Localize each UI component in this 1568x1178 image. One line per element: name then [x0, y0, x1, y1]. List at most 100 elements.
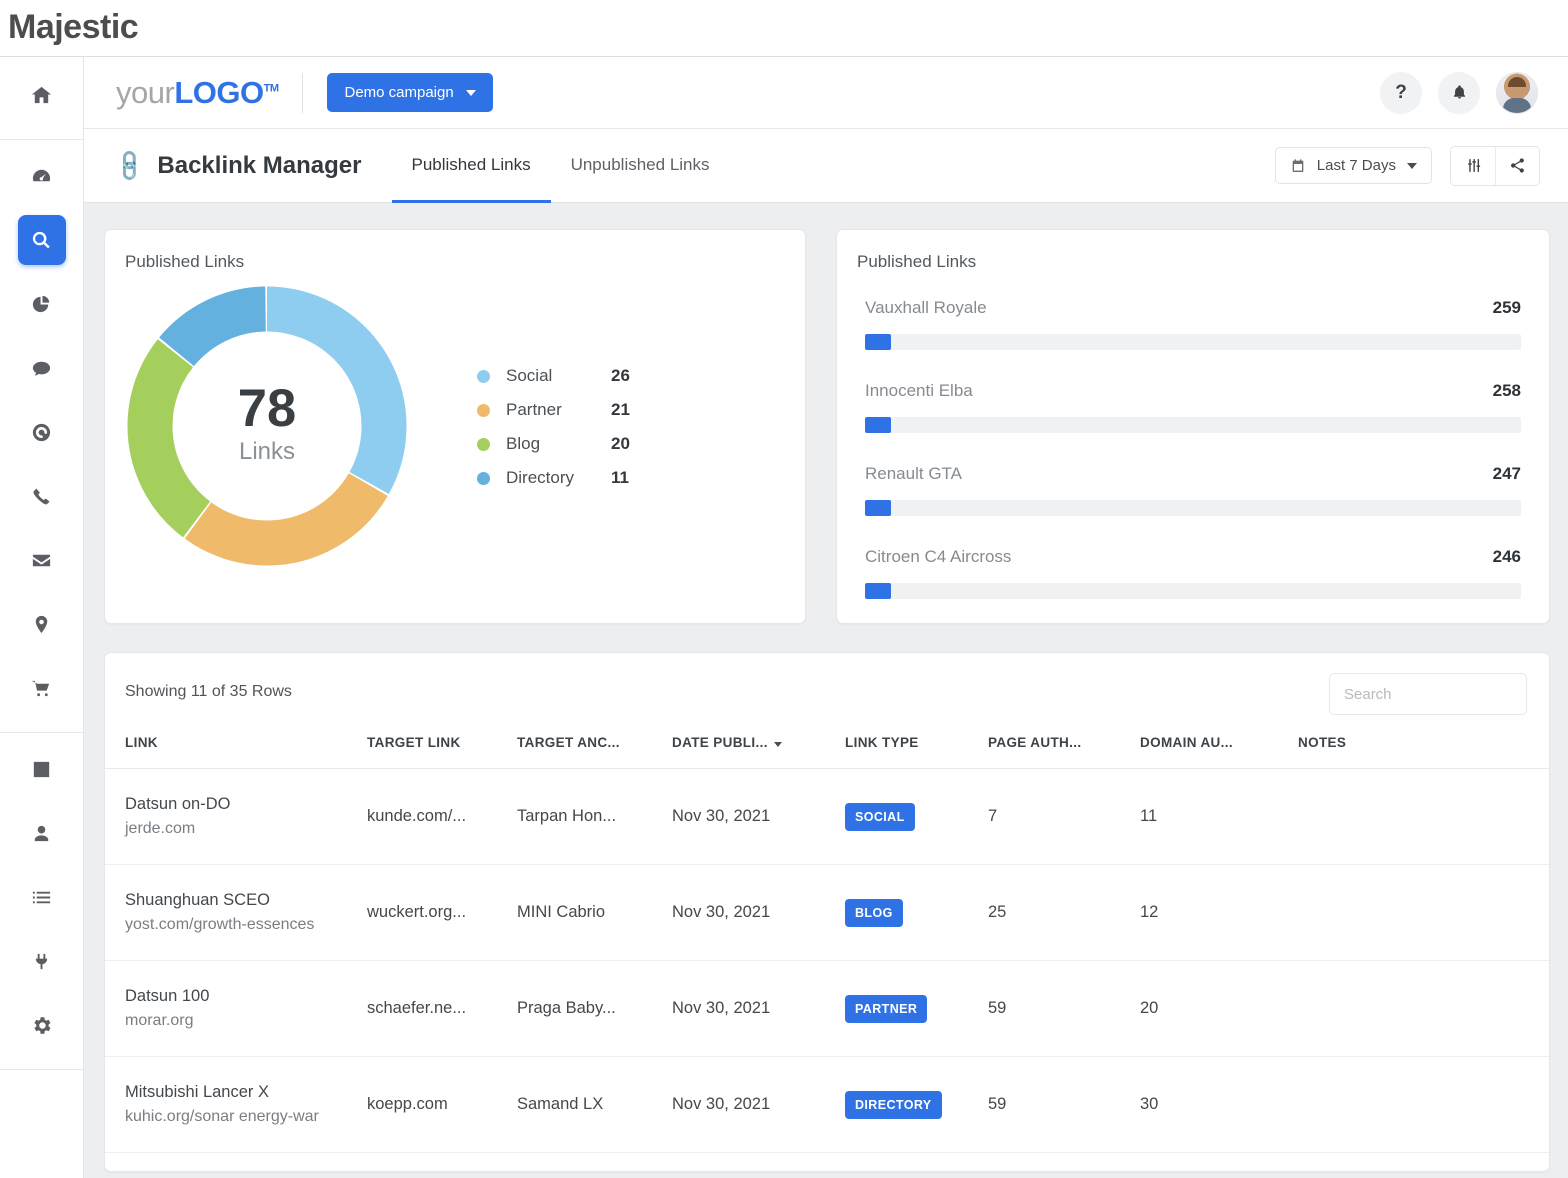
app-logo[interactable]: yourLOGOTM	[116, 75, 279, 111]
table-row[interactable]: Datsun on-DO jerde.com kunde.com/... Tarpan…	[105, 768, 1549, 865]
table-row[interactable]: Mitsubishi Lancer X kuhic.org/sonar energ…	[105, 1056, 1549, 1153]
column-header-notes[interactable]: NOTES	[1298, 729, 1549, 769]
ranking-bar-fill	[865, 334, 892, 350]
cell-notes	[1298, 960, 1549, 1057]
ranking-bar-value: 259	[1492, 298, 1521, 317]
rows-count-label: Showing 11 of 35 Rows	[125, 683, 292, 700]
ranking-bar-fill	[865, 417, 892, 433]
donut-center-value: 78	[238, 379, 296, 438]
ranking-bar-header: Citroen C4 Aircross 246	[865, 547, 1521, 567]
cell-link-type: DIRECTORY	[845, 1056, 988, 1153]
published-links-donut-card: Published Links 78 Links Social 26 Partner…	[104, 229, 806, 624]
legend-value: 21	[611, 400, 630, 419]
tab-unpublished-links[interactable]: Unpublished Links	[551, 130, 730, 203]
cell-page-authority: 59	[988, 960, 1140, 1057]
tabs: Published Links Unpublished Links	[391, 129, 730, 203]
notifications-button[interactable]	[1438, 71, 1480, 114]
legend-item-social[interactable]: Social 26	[477, 359, 630, 393]
sidebar-item-email[interactable]	[18, 535, 66, 585]
link-type-badge[interactable]: SOCIAL	[845, 802, 915, 831]
sidebar-item-settings[interactable]	[18, 1000, 66, 1050]
legend-item-blog[interactable]: Blog 20	[477, 427, 630, 461]
link-url: jerde.com	[125, 820, 196, 837]
link-type-badge[interactable]: DIRECTORY	[845, 1090, 942, 1119]
sidebar-item-integrations[interactable]	[18, 936, 66, 986]
sidebar-item-location[interactable]	[18, 599, 66, 649]
cell-link: Shuanghuan SCEO yost.com/growth-essences	[105, 864, 367, 961]
column-header-link-type[interactable]: LINK TYPE	[845, 729, 988, 769]
sidebar-item-campaign[interactable]	[18, 407, 66, 457]
link-type-badge[interactable]: PARTNER	[845, 994, 928, 1023]
sidebar-item-contacts[interactable]	[18, 808, 66, 858]
sort-desc-icon	[773, 742, 782, 747]
summary-cards-row: Published Links 78 Links Social 26 Partner…	[104, 229, 1550, 624]
cell-target-link: schaefer.ne...	[367, 960, 517, 1057]
cell-domain-authority: 12	[1140, 864, 1298, 961]
table-row[interactable]: Shuanghuan SCEO yost.com/growth-essences w…	[105, 864, 1549, 961]
page-title: Majestic	[8, 8, 139, 46]
column-header-date-published[interactable]: DATE PUBLI...	[672, 729, 845, 769]
table-row[interactable]: Datsun 100 morar.org schaefer.ne... Praga B…	[105, 960, 1549, 1057]
legend-item-partner[interactable]: Partner 21	[477, 393, 630, 427]
share-button[interactable]	[1495, 146, 1539, 185]
sidebar-item-dashboard[interactable]	[18, 151, 66, 201]
sidebar-item-cart[interactable]	[18, 663, 66, 713]
ranking-bar-header: Vauxhall Royale 259	[865, 298, 1521, 318]
link-url: morar.org	[125, 1012, 194, 1029]
ranking-bar-item: Vauxhall Royale 259	[865, 298, 1521, 350]
cell-link: Mitsubishi Lancer X kuhic.org/sonar energ…	[105, 1056, 367, 1153]
link-type-badge[interactable]: BLOG	[845, 898, 903, 927]
cell-target-anchor: MINI Cabrio	[517, 864, 672, 961]
column-header-domain-authority[interactable]: DOMAIN AU...	[1140, 729, 1298, 769]
sidebar-item-phone[interactable]	[18, 471, 66, 521]
help-button[interactable]: ?	[1380, 71, 1422, 114]
cell-link-type: SOCIAL	[845, 768, 988, 865]
ranking-bar-item: Innocenti Elba 258	[865, 381, 1521, 433]
sidebar-item-reports[interactable]	[18, 744, 66, 794]
cell-domain-authority: 30	[1140, 1056, 1298, 1153]
cell-target-link: wuckert.org...	[367, 864, 517, 961]
campaign-selector-button[interactable]: Demo campaign	[327, 73, 493, 112]
donut-chart-wrapper: 78 Links Social 26 Partner 21 Blog 20 Director…	[105, 272, 805, 576]
ranking-bar-fill	[865, 583, 892, 599]
ranking-bar-name: Vauxhall Royale	[865, 298, 987, 317]
module-actions: Last 7 Days	[1274, 129, 1540, 202]
sidebar-item-chat[interactable]	[18, 343, 66, 393]
legend-value: 26	[611, 366, 630, 385]
legend-value: 20	[611, 434, 630, 453]
sidebar-item-search[interactable]	[17, 215, 66, 265]
sidebar-item-analytics[interactable]	[18, 279, 66, 329]
date-range-button[interactable]: Last 7 Days	[1274, 147, 1432, 184]
ranking-bar-track	[865, 583, 1521, 599]
search-input[interactable]	[1329, 673, 1527, 715]
cell-link: Datsun 100 morar.org	[105, 960, 367, 1057]
column-header-target-link[interactable]: TARGET LINK	[367, 729, 517, 769]
tab-published-links[interactable]: Published Links	[391, 130, 551, 203]
legend-label: Partner	[506, 400, 562, 419]
sidebar-item-home[interactable]	[18, 70, 66, 120]
ranking-bar-name: Renault GTA	[865, 464, 963, 483]
column-header-page-authority[interactable]: PAGE AUTH...	[988, 729, 1140, 769]
links-table: LINK TARGET LINK TARGET ANC... DATE PUBL…	[105, 729, 1549, 1153]
legend-item-directory[interactable]: Directory 11	[477, 461, 630, 495]
main-area: yourLOGOTM Demo campaign ? 🔗 Backlink Ma…	[84, 57, 1568, 1178]
filter-settings-button[interactable]	[1451, 146, 1495, 185]
table-toolbar: Showing 11 of 35 Rows	[105, 653, 1549, 715]
column-header-target-anchor[interactable]: TARGET ANC...	[517, 729, 672, 769]
link-url: kuhic.org/sonar energy-war	[125, 1108, 319, 1125]
cell-domain-authority: 20	[1140, 960, 1298, 1057]
cell-target-link: koepp.com	[367, 1056, 517, 1153]
avatar[interactable]	[1496, 71, 1538, 114]
sidebar	[0, 57, 84, 1178]
cell-notes	[1298, 1056, 1549, 1153]
cell-date-published: Nov 30, 2021	[672, 1056, 845, 1153]
sidebar-item-tasks[interactable]	[18, 872, 66, 922]
cell-page-authority: 25	[988, 864, 1140, 961]
link-title: Mitsubishi Lancer X	[125, 1083, 269, 1101]
column-header-link[interactable]: LINK	[105, 729, 367, 769]
module-header: 🔗 Backlink Manager Published Links Unpub…	[84, 129, 1568, 203]
cell-notes	[1298, 864, 1549, 961]
ranking-bar-fill	[865, 500, 892, 516]
cell-target-anchor: Tarpan Hon...	[517, 768, 672, 865]
help-icon: ?	[1395, 81, 1407, 103]
